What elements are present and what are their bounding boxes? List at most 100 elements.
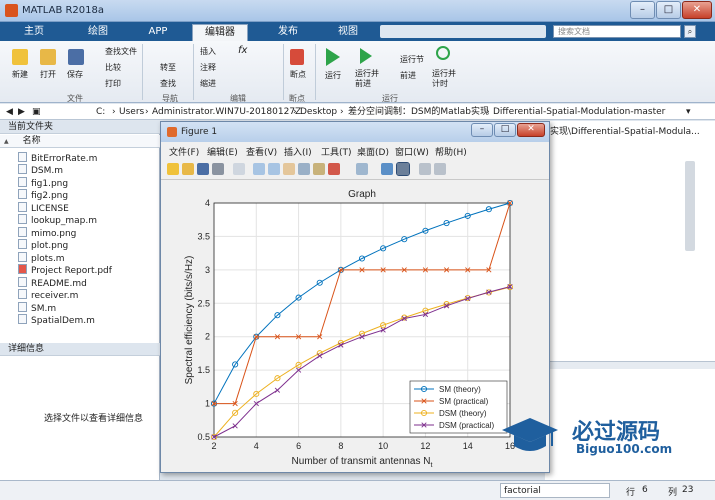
find-files-button[interactable]: 查找文件 [105,46,137,57]
figure-maximize-button[interactable]: □ [494,123,516,137]
menu-insert[interactable]: 插入(I) [284,145,312,158]
current-folder-address-bar[interactable]: ◀ ▶ ▣ C: › Users › Administrator.WIN7U-2… [0,104,715,120]
tab-editor[interactable]: 编辑器 [192,24,248,41]
path-segment[interactable]: C: [96,104,105,120]
file-name: Project Report.pdf [31,266,112,276]
figure-window[interactable]: Figure 1 – □ ✕ 文件(F) 编辑(E) 查看(V) 插入(I) 工… [160,121,550,473]
figure-minimize-button[interactable]: – [471,123,493,137]
name-column-header[interactable]: ▲ 名称 [0,135,160,148]
menu-view[interactable]: 查看(V) [246,145,277,158]
file-item[interactable]: SM.m [18,302,56,314]
run-and-time-button[interactable]: 运行并 计时 [432,69,456,89]
menu-help[interactable]: 帮助(H) [435,145,467,158]
file-item[interactable]: Project Report.pdf [18,264,112,276]
folder-icon[interactable]: ▣ [32,104,41,120]
image-file-icon [18,227,27,237]
group-label-edit: 编辑 [230,94,246,103]
new-figure-icon[interactable] [167,163,179,175]
file-item[interactable]: plot.png [18,239,68,251]
maximize-button[interactable]: □ [656,1,681,19]
rotate-icon[interactable] [298,163,310,175]
tab-plots[interactable]: 绘图 [70,24,126,41]
menu-window[interactable]: 窗口(W) [395,145,429,158]
breakpoints-button[interactable]: 断点 [290,69,306,80]
path-segment[interactable]: Users [119,104,144,120]
tab-view[interactable]: 视图 [322,24,374,41]
print-button[interactable]: 打印 [105,78,121,89]
file-item[interactable]: mimo.png [18,227,76,239]
forward-arrow-icon[interactable]: ▶ [18,104,25,120]
file-name: SM.m [31,304,57,314]
compare-button[interactable]: 比较 [105,62,121,73]
tab-home[interactable]: 主页 [8,24,60,41]
search-icon[interactable]: ⌕ [684,25,696,38]
indent-button[interactable]: 缩进 [200,78,216,89]
brush-icon[interactable] [328,163,340,175]
current-folder-panel: 当前文件夹 ▲ 名称 BitErrorRate.m DSM.m fig1.png … [0,121,160,343]
comment-button[interactable]: 注释 [200,62,216,73]
vertical-scrollbar[interactable] [685,161,695,251]
x-tick-label: 12 [420,441,430,451]
path-segment[interactable]: Differential-Spatial-Modulation-master [493,104,665,120]
back-arrow-icon[interactable]: ◀ [6,104,13,120]
zoom-in-icon[interactable] [253,163,265,175]
hide-plot-tools-icon[interactable] [419,163,431,175]
path-segment[interactable]: Administrator.WIN7U-20180127Z [152,104,301,120]
tab-apps[interactable]: APP [132,24,184,41]
menu-tools[interactable]: 工具(T) [321,145,352,158]
open-button[interactable]: 打开 [40,69,56,80]
tab-publish[interactable]: 发布 [262,24,314,41]
run-and-advance-button[interactable]: 运行并 前进 [355,69,379,89]
show-plot-tools-icon[interactable] [434,163,446,175]
menu-desktop[interactable]: 桌面(D) [357,145,389,158]
close-button[interactable]: ✕ [682,1,712,19]
run-button[interactable]: 运行 [325,70,341,81]
goto-button[interactable]: 转至 [160,62,176,73]
file-item[interactable]: README.md [18,277,87,289]
legend-icon[interactable] [396,162,410,176]
minimize-button[interactable]: – [630,1,655,19]
fx-icon[interactable]: fx [238,45,247,56]
legend-label: SM (practical) [439,397,489,406]
chevron-down-icon[interactable]: ▾ [686,104,691,120]
image-file-icon [18,189,27,199]
print-figure-icon[interactable] [212,163,224,175]
menu-edit[interactable]: 编辑(E) [207,145,238,158]
file-item[interactable]: plots.m [18,252,65,264]
file-item[interactable]: fig2.png [18,189,68,201]
file-item[interactable]: lookup_map.m [18,214,97,226]
chart-title: Graph [348,189,376,200]
file-item[interactable]: fig1.png [18,177,68,189]
new-button[interactable]: 新建 [12,69,28,80]
zoom-out-icon[interactable] [268,163,280,175]
ribbon-divider [283,44,284,100]
menu-file[interactable]: 文件(F) [169,145,199,158]
file-item[interactable]: LICENSE [18,202,69,214]
save-button[interactable]: 保存 [67,69,83,80]
spectral-efficiency-chart: 2 4 6 8 10 12 14 160.511.522.533.54GraphNumber … [184,189,515,469]
search-documentation-input[interactable]: 搜索文档 [553,25,681,38]
find-button[interactable]: 查找 [160,78,176,89]
data-cursor-icon[interactable] [313,163,325,175]
save-figure-icon[interactable] [197,163,209,175]
advance-button[interactable]: 前进 [400,70,416,81]
pointer-icon[interactable] [233,163,245,175]
colorbar-icon[interactable] [381,163,393,175]
link-plot-icon[interactable] [356,163,368,175]
m-file-icon [18,289,27,299]
path-segment[interactable]: 差分空间调制：DSM的Matlab实现 [348,104,489,120]
insert-button[interactable]: 插入 [200,46,216,57]
file-item[interactable]: receiver.m [18,289,78,301]
figure-close-button[interactable]: ✕ [517,123,545,137]
file-item[interactable]: BitErrorRate.m [18,152,97,164]
pan-icon[interactable] [283,163,295,175]
file-item[interactable]: DSM.m [18,164,63,176]
open-file-icon[interactable] [182,163,194,175]
file-name: SpatialDem.m [31,316,95,326]
file-item[interactable]: SpatialDem.m [18,314,95,326]
y-tick-label: 2 [205,332,210,342]
watermark-logo: 必过源码 Biguo100.com [500,408,700,460]
path-segment[interactable]: Desktop [300,104,337,120]
row-label: 行 [626,488,636,498]
run-section-button[interactable]: 运行节 [400,54,424,65]
